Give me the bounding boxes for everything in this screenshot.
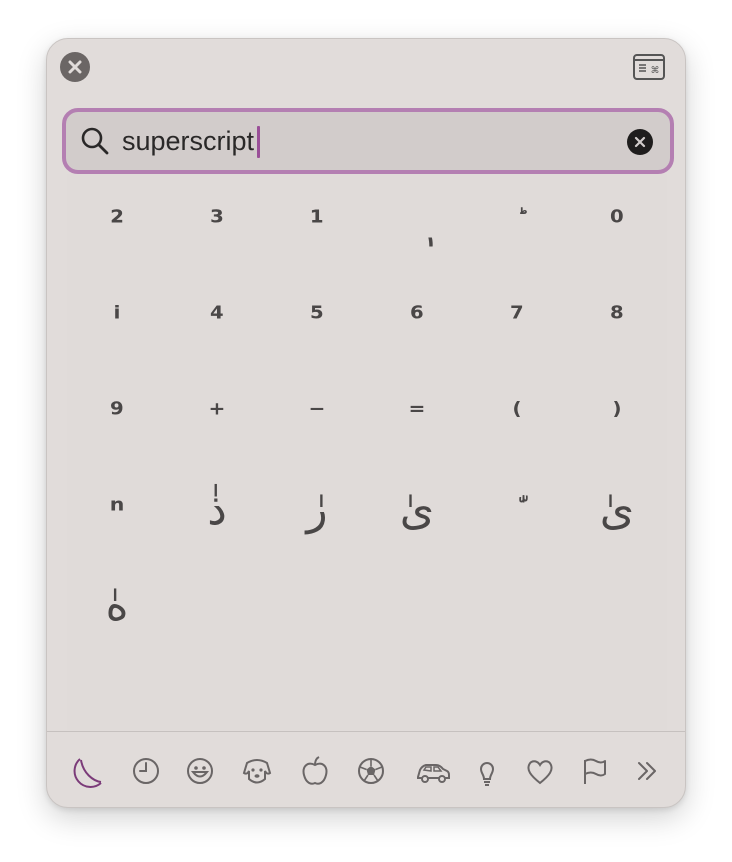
glyph-superscript-left-paren[interactable]: ⁽ <box>467 366 567 462</box>
clear-search-button[interactable] <box>627 129 653 155</box>
apple-icon <box>302 756 328 785</box>
glyph-superscript-eight[interactable]: ⁸ <box>567 270 667 366</box>
show-character-viewer-button[interactable]: ⌘ <box>633 54 665 80</box>
tab-smileys[interactable] <box>180 751 220 791</box>
search-icon <box>81 127 109 155</box>
glyph-superscript-two[interactable]: ² <box>67 174 167 270</box>
tab-flags[interactable] <box>574 751 614 791</box>
clear-icon <box>634 136 646 148</box>
glyph-shadda-superscript-alef[interactable]: ّٰ <box>467 462 567 558</box>
glyph-superscript-zero[interactable]: ⁰ <box>567 174 667 270</box>
glyph-superscript-five[interactable]: ⁵ <box>267 270 367 366</box>
divider <box>47 731 685 732</box>
lightbulb-icon <box>479 762 495 786</box>
glyph-arabic-small-high-mark[interactable]: ؕ <box>467 174 567 270</box>
tab-food[interactable] <box>295 751 335 791</box>
glyph-superscript-equals[interactable]: ⁼ <box>367 366 467 462</box>
category-tab-bar <box>69 751 669 791</box>
glyph-reh-superscript-alef[interactable]: رٰ <box>267 462 367 558</box>
glyph-alef-maksura-superscript-alef[interactable]: ىٰ <box>367 462 467 558</box>
results-grid: ²³¹ٖؕ⁰ⁱ⁴⁵⁶⁷⁸⁹⁺⁻⁼⁽⁾ⁿذٰرٰىّٰٰىٰهٰ <box>67 174 667 654</box>
tab-frequently-used[interactable] <box>69 751 109 791</box>
close-button[interactable] <box>60 52 90 82</box>
tab-more[interactable] <box>627 751 667 791</box>
heart-icon <box>527 760 553 785</box>
flag-icon <box>584 758 606 784</box>
dog-icon <box>242 759 272 784</box>
glyph-arabic-subscript-alef[interactable]: ٖ <box>367 174 467 270</box>
glyph-superscript-one[interactable]: ¹ <box>267 174 367 270</box>
search-input[interactable] <box>122 122 612 160</box>
soccer-ball-icon <box>358 758 384 784</box>
tab-travel[interactable] <box>412 751 452 791</box>
tab-recents[interactable] <box>126 751 166 791</box>
glyph-thal-superscript-alef[interactable]: ذٰ <box>167 462 267 558</box>
glyph-superscript-three[interactable]: ³ <box>167 174 267 270</box>
tab-activity[interactable] <box>351 751 391 791</box>
clock-icon <box>133 758 159 784</box>
character-viewer-panel: ⌘ ²³¹ٖؕ⁰ⁱ⁴⁵⁶⁷⁸⁹⁺⁻⁼⁽⁾ⁿذٰرٰىّٰٰىٰهٰ <box>46 38 686 808</box>
chevron-double-right-icon <box>638 762 656 780</box>
glyph-superscript-minus[interactable]: ⁻ <box>267 366 367 462</box>
tab-symbols[interactable] <box>520 751 560 791</box>
keyboard-window-icon: ⌘ <box>633 54 665 80</box>
glyph-alef-maksura-superscript-alef-isolated[interactable]: ىٰ <box>567 462 667 558</box>
smiley-icon <box>187 758 213 784</box>
tab-animals[interactable] <box>237 751 277 791</box>
glyph-heh-superscript-alef[interactable]: هٰ <box>67 558 167 654</box>
glyph-superscript-latin-i[interactable]: ⁱ <box>67 270 167 366</box>
results-area: ²³¹ٖؕ⁰ⁱ⁴⁵⁶⁷⁸⁹⁺⁻⁼⁽⁾ⁿذٰرٰىّٰٰىٰهٰ <box>67 174 667 730</box>
svg-text:⌘: ⌘ <box>651 66 660 76</box>
moon-symbol-icon <box>73 758 102 788</box>
close-icon <box>68 60 82 74</box>
glyph-superscript-latin-n[interactable]: ⁿ <box>67 462 167 558</box>
glyph-superscript-plus[interactable]: ⁺ <box>167 366 267 462</box>
glyph-superscript-seven[interactable]: ⁷ <box>467 270 567 366</box>
search-field[interactable] <box>62 108 674 174</box>
tab-objects[interactable] <box>467 751 507 791</box>
glyph-superscript-six[interactable]: ⁶ <box>367 270 467 366</box>
glyph-superscript-four[interactable]: ⁴ <box>167 270 267 366</box>
glyph-superscript-nine[interactable]: ⁹ <box>67 366 167 462</box>
car-icon <box>417 764 450 783</box>
text-caret <box>257 126 260 158</box>
glyph-superscript-right-paren[interactable]: ⁾ <box>567 366 667 462</box>
